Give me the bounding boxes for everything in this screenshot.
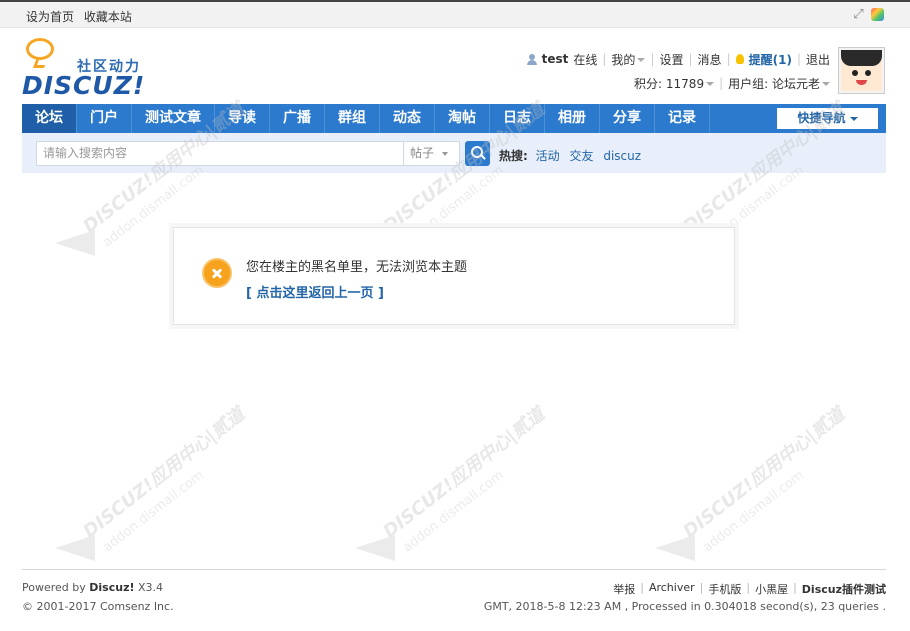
separator: | (719, 76, 724, 90)
search-bar: 请输入搜索内容 帖子 热搜: 活动 交友 discuz (22, 133, 886, 173)
discuz-link[interactable]: Discuz! (89, 581, 134, 594)
separator: | (688, 52, 693, 66)
separator: | (796, 52, 801, 66)
site-name-link[interactable]: Discuz插件测试 (802, 581, 886, 597)
separator: | (699, 581, 704, 594)
top-tools: ⤢ (852, 8, 884, 21)
top-links: 设为首页 收藏本站 (26, 8, 138, 25)
user-menu: test 在线 | 我的 | 设置 | 消息 | 提醒(1) | 退出 积分: … (526, 50, 830, 92)
set-home-link[interactable]: 设为首页 (26, 10, 74, 24)
quick-nav-button[interactable]: 快捷导航 (777, 108, 878, 129)
separator: | (640, 581, 644, 594)
separator: | (602, 52, 607, 66)
watermark: DISCUZ!应用中心|贰道 addon.dismall.com (355, 404, 555, 590)
search-type-select[interactable]: 帖子 (404, 141, 460, 166)
watermark: DISCUZ!应用中心|贰道 addon.dismall.com (55, 404, 255, 590)
chevron-down-icon (849, 116, 858, 121)
speech-bubble-icon (26, 38, 54, 60)
hot-keyword[interactable]: discuz (603, 149, 641, 163)
style-switch-icon[interactable] (871, 8, 884, 21)
message-text: 您在楼主的黑名单里，无法浏览本主题 (246, 260, 468, 275)
user-icon (526, 53, 537, 65)
chevron-down-icon (706, 82, 715, 86)
nav-item-feed[interactable]: 动态 (380, 104, 435, 133)
usergroup-link[interactable]: 用户组: 论坛元老 (728, 75, 830, 92)
nav-item-guide[interactable]: 导读 (215, 104, 270, 133)
separator: | (746, 581, 751, 594)
my-menu[interactable]: 我的 (611, 51, 646, 68)
bookmark-link[interactable]: 收藏本站 (84, 10, 132, 24)
credits-link[interactable]: 积分: 11789 (634, 75, 715, 92)
nav-item-test-article[interactable]: 测试文章 (132, 104, 215, 133)
message-box: 您在楼主的黑名单里，无法浏览本主题 [ 点击这里返回上一页 ] (173, 227, 735, 325)
nav-item-blog[interactable]: 日志 (490, 104, 545, 133)
nav-item-share[interactable]: 分享 (600, 104, 655, 133)
footer-links: 举报 | Archiver | 手机版 | 小黑屋 | Discuz插件测试 (613, 581, 886, 597)
online-status[interactable]: 在线 (573, 51, 597, 68)
hot-search: 热搜: 活动 交友 discuz (499, 147, 647, 164)
logo-wordmark: DISCUZ! (22, 71, 146, 100)
report-link[interactable]: 举报 (613, 581, 635, 597)
darkroom-link[interactable]: 小黑屋 (755, 581, 788, 597)
watermark: DISCUZ!应用中心|贰道 addon.dismall.com (655, 404, 855, 590)
nav-item-groups[interactable]: 群组 (325, 104, 380, 133)
archiver-link[interactable]: Archiver (649, 581, 695, 597)
top-toolbar: 设为首页 收藏本站 ⤢ (0, 0, 910, 28)
hot-keyword[interactable]: 活动 (536, 149, 560, 163)
avatar[interactable] (838, 47, 885, 94)
powered-by: Powered by Discuz! X3.4 (22, 581, 164, 594)
nav-item-broadcast[interactable]: 广播 (270, 104, 325, 133)
nav-item-album[interactable]: 相册 (545, 104, 600, 133)
separator: | (726, 52, 731, 66)
search-button[interactable] (465, 141, 490, 166)
hot-search-label: 热搜: (499, 149, 528, 163)
search-input[interactable]: 请输入搜索内容 (36, 141, 404, 166)
site-logo[interactable]: 社区动力 DISCUZ! (22, 38, 147, 100)
nav-item-record[interactable]: 记录 (655, 104, 710, 133)
notice-link[interactable]: 提醒(1) (749, 51, 792, 68)
nav-item-forum[interactable]: 论坛 (22, 104, 77, 133)
nav-item-collection[interactable]: 淘帖 (435, 104, 490, 133)
separator: | (793, 581, 797, 594)
chevron-down-icon (637, 58, 646, 62)
mobile-link[interactable]: 手机版 (708, 581, 741, 597)
chevron-down-icon (822, 82, 830, 86)
copyright: © 2001-2017 Comsenz Inc. (22, 600, 174, 613)
main-nav: 论坛 门户 测试文章 导读 广播 群组 动态 淘帖 日志 相册 分享 记录 快捷… (22, 104, 886, 133)
separator: | (650, 52, 655, 66)
go-back-link[interactable]: [ 点击这里返回上一页 ] (246, 282, 384, 301)
lightbulb-icon (735, 54, 744, 64)
error-icon (202, 258, 232, 288)
settings-link[interactable]: 设置 (659, 51, 683, 68)
hot-keyword[interactable]: 交友 (569, 149, 593, 163)
fullscreen-icon[interactable]: ⤢ (852, 8, 865, 21)
username-link[interactable]: test (542, 52, 569, 66)
logout-link[interactable]: 退出 (806, 51, 830, 68)
chevron-down-icon (442, 151, 449, 156)
footer-divider (22, 569, 886, 570)
messages-link[interactable]: 消息 (698, 51, 722, 68)
nav-item-portal[interactable]: 门户 (77, 104, 132, 133)
footer-stats: GMT, 2018-5-8 12:23 AM , Processed in 0.… (483, 600, 886, 613)
